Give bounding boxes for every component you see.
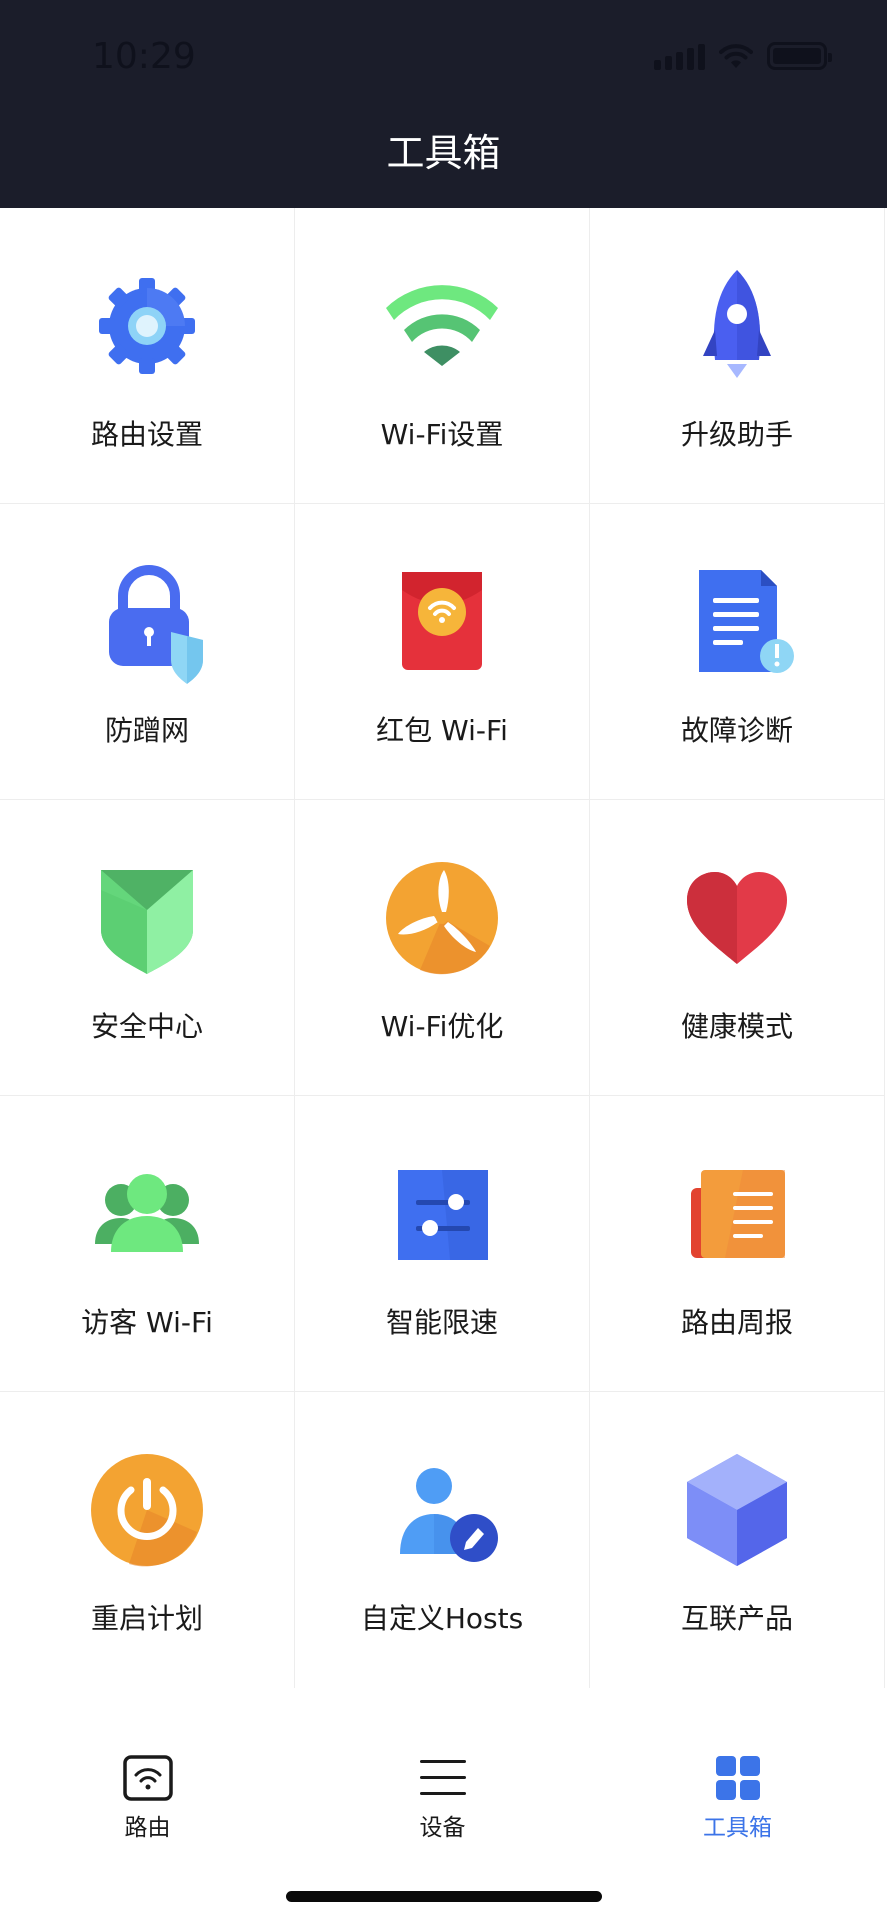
tool-label: 互联产品 — [680, 1602, 793, 1635]
tool-red-envelope-wifi[interactable]: 红包 Wi-Fi — [295, 504, 590, 800]
tool-label: 重启计划 — [90, 1602, 203, 1635]
tool-label: 路由周报 — [680, 1306, 793, 1339]
cube-icon — [687, 1454, 787, 1566]
tool-label: 路由设置 — [90, 418, 203, 451]
tab-devices[interactable]: 设备 — [295, 1690, 590, 1841]
sliders-icon — [398, 1170, 488, 1260]
tool-fault-diagnosis[interactable]: 故障诊断 — [590, 504, 885, 800]
tool-label: 智能限速 — [385, 1306, 498, 1339]
red-envelope-wifi-icon — [402, 572, 482, 670]
tool-grid: 路由设置 Wi-Fi设置 升级助手 防蹭网 红包 Wi-Fi 故障诊断 安全中心… — [0, 208, 887, 1688]
grid-icon — [715, 1756, 760, 1800]
tool-router-weekly[interactable]: 路由周报 — [590, 1096, 885, 1392]
tool-smart-speed-limit[interactable]: 智能限速 — [295, 1096, 590, 1392]
tool-label: 安全中心 — [90, 1010, 203, 1043]
rocket-icon — [703, 270, 771, 378]
tool-health-mode[interactable]: 健康模式 — [590, 800, 885, 1096]
wifi-icon — [386, 285, 498, 366]
tool-custom-hosts[interactable]: 自定义Hosts — [295, 1392, 590, 1688]
tool-wifi-settings[interactable]: Wi-Fi设置 — [295, 208, 590, 504]
home-indicator[interactable] — [286, 1891, 602, 1902]
report-icon — [691, 1170, 785, 1258]
tool-guest-wifi[interactable]: 访客 Wi-Fi — [0, 1096, 295, 1392]
app-header: 10:29 工具箱 — [0, 0, 887, 208]
guests-icon — [95, 1174, 199, 1252]
menu-icon — [419, 1760, 466, 1795]
wifi-status-icon — [719, 44, 753, 68]
status-icons — [654, 42, 832, 70]
heart-icon — [687, 872, 787, 964]
tab-label: 设备 — [419, 1815, 466, 1841]
user-edit-icon — [400, 1468, 498, 1562]
tool-security-center[interactable]: 安全中心 — [0, 800, 295, 1096]
tool-label: Wi-Fi优化 — [380, 1010, 504, 1043]
tool-label: 自定义Hosts — [360, 1602, 524, 1635]
tool-label: 防蹭网 — [104, 714, 189, 747]
tool-router-settings[interactable]: 路由设置 — [0, 208, 295, 504]
tab-bar: 路由 设备 工具箱 — [0, 1690, 887, 1920]
tool-label: 访客 Wi-Fi — [81, 1306, 213, 1339]
tab-label: 路由 — [124, 1815, 171, 1841]
tool-label: Wi-Fi设置 — [380, 418, 504, 451]
router-wifi-icon — [122, 1755, 173, 1801]
tab-toolbox[interactable]: 工具箱 — [590, 1690, 885, 1841]
tool-upgrade-assistant[interactable]: 升级助手 — [590, 208, 885, 504]
gear-icon — [99, 278, 195, 374]
document-alert-icon — [699, 570, 794, 673]
tool-label: 红包 Wi-Fi — [376, 714, 508, 747]
status-time: 10:29 — [92, 36, 196, 77]
tool-label: 升级助手 — [680, 418, 793, 451]
tool-connected-products[interactable]: 互联产品 — [590, 1392, 885, 1688]
cellular-signal-icon — [654, 42, 705, 70]
page-title: 工具箱 — [386, 131, 501, 175]
tool-wifi-optimize[interactable]: Wi-Fi优化 — [295, 800, 590, 1096]
lock-shield-icon — [109, 565, 203, 684]
power-icon — [91, 1454, 203, 1567]
tool-anti-freeloader[interactable]: 防蹭网 — [0, 504, 295, 800]
fan-icon — [386, 862, 498, 975]
tool-label: 健康模式 — [680, 1010, 793, 1043]
tab-router[interactable]: 路由 — [0, 1690, 295, 1841]
tool-label: 故障诊断 — [680, 714, 793, 747]
battery-icon — [767, 42, 832, 70]
tool-reboot-schedule[interactable]: 重启计划 — [0, 1392, 295, 1688]
shield-icon — [101, 870, 193, 974]
tab-label: 工具箱 — [703, 1815, 772, 1841]
